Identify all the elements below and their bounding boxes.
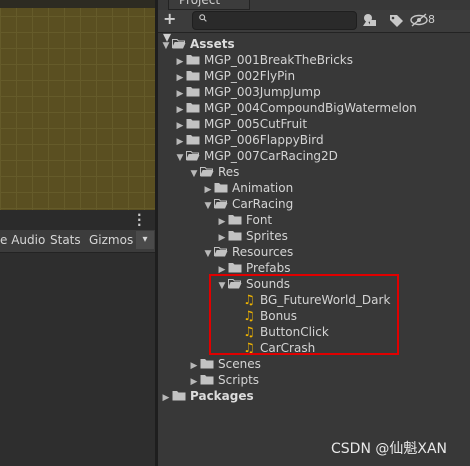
folder-icon xyxy=(186,71,200,81)
folder-open-icon xyxy=(214,247,228,257)
folder-icon xyxy=(186,87,200,97)
folder-open-icon xyxy=(186,151,200,161)
folder-item[interactable]: ▶ MGP_003JumpJump xyxy=(174,84,321,100)
folder-icon xyxy=(200,359,214,369)
folder-item[interactable]: ▶ MGP_001BreakTheBricks xyxy=(174,52,353,68)
panel-divider xyxy=(0,210,155,230)
folder-item[interactable]: ▶ MGP_005CutFruit xyxy=(174,116,308,132)
more-options-icon[interactable]: · · · xyxy=(137,209,142,231)
scene-top-strip xyxy=(0,0,155,8)
tree-item-label: MGP_003JumpJump xyxy=(204,85,321,99)
folder-icon xyxy=(200,375,214,385)
folder-item[interactable]: ▼ Assets xyxy=(160,36,235,52)
folder-item[interactable]: ▼ CarRacing xyxy=(202,196,294,214)
folder-item[interactable]: ▶ Sprites xyxy=(216,228,288,244)
search-field[interactable] xyxy=(192,11,357,30)
create-asset-button[interactable]: + ▾ xyxy=(163,10,189,46)
hidden-packages-icon[interactable] xyxy=(408,11,430,29)
expand-arrow-down-icon[interactable]: ▼ xyxy=(202,198,214,214)
folder-open-icon xyxy=(200,167,214,177)
folder-item[interactable]: ▼ MGP_007CarRacing2D xyxy=(174,148,338,164)
gizmos-dropdown-icon[interactable]: ▾ xyxy=(136,231,154,249)
folder-item[interactable]: ▶ Packages xyxy=(160,388,254,404)
tree-item-label: Res xyxy=(218,165,240,179)
search-icon xyxy=(199,14,207,22)
game-view[interactable] xyxy=(0,253,155,466)
tree-item-label: Animation xyxy=(232,181,294,195)
scene-view[interactable] xyxy=(0,0,155,210)
folder-item[interactable]: ▶ MGP_006FlappyBird xyxy=(174,132,324,148)
folder-item[interactable]: ▶ Font xyxy=(216,212,273,228)
scene-grid xyxy=(0,0,155,210)
tree-item-label: Resources xyxy=(232,245,294,259)
expand-arrow-down-icon[interactable]: ▼ xyxy=(160,38,172,54)
search-by-label-icon[interactable] xyxy=(385,11,407,29)
folder-item[interactable]: ▼ Res xyxy=(188,164,240,182)
watermark-text: CSDN @仙魁XAN xyxy=(331,441,448,457)
folder-item[interactable]: ▶ Scripts xyxy=(188,372,260,388)
folder-icon xyxy=(214,183,228,193)
folder-icon xyxy=(228,215,242,225)
folder-open-icon xyxy=(214,199,228,209)
expand-arrow-down-icon[interactable]: ▼ xyxy=(188,166,200,182)
tree-item-label: Scripts xyxy=(218,373,260,387)
folder-icon xyxy=(186,55,200,65)
tree-item-label: MGP_001BreakTheBricks xyxy=(204,53,353,67)
tree-item-label: MGP_002FlyPin xyxy=(204,69,296,83)
folder-item[interactable]: ▶ MGP_004CompoundBigWatermelon xyxy=(174,100,417,116)
tree-item-label: CarRacing xyxy=(232,197,294,211)
folder-icon xyxy=(186,119,200,129)
tree-item-label: MGP_006FlappyBird xyxy=(204,133,324,147)
tree-item-label: MGP_004CompoundBigWatermelon xyxy=(204,101,417,115)
folder-icon xyxy=(172,391,186,401)
folder-icon xyxy=(228,263,242,273)
folder-item[interactable]: ▶ Animation xyxy=(202,180,294,196)
tree-item-label: Assets xyxy=(190,37,235,51)
tree-item-label: Font xyxy=(246,213,273,227)
search-by-type-icon[interactable] xyxy=(359,11,381,29)
stats-button[interactable]: Stats xyxy=(50,233,81,247)
folder-item[interactable]: ▶ MGP_002FlyPin xyxy=(174,68,296,84)
expand-arrow-right-icon[interactable]: ▶ xyxy=(160,390,172,406)
folder-icon xyxy=(186,103,200,113)
tree-item-label: Prefabs xyxy=(246,261,291,275)
folder-icon xyxy=(228,231,242,241)
expand-arrow-down-icon[interactable]: ▼ xyxy=(174,150,186,166)
hidden-packages-count: 8 xyxy=(428,13,435,26)
expand-arrow-down-icon[interactable]: ▼ xyxy=(202,246,214,262)
game-view-toolbar: e Audio Stats Gizmos ▾ xyxy=(0,230,155,253)
gizmos-button[interactable]: Gizmos xyxy=(89,233,133,247)
folder-icon xyxy=(186,135,200,145)
folder-item[interactable]: ▶ Scenes xyxy=(188,356,261,372)
folder-open-icon xyxy=(172,39,186,49)
tree-item-label: MGP_005CutFruit xyxy=(204,117,308,131)
folder-item[interactable]: ▼ Resources xyxy=(202,244,294,262)
highlight-annotation-box xyxy=(209,274,399,355)
tree-item-label: Scenes xyxy=(218,357,261,371)
tree-item-label: MGP_007CarRacing2D xyxy=(204,149,338,163)
audio-toggle-button[interactable]: e Audio xyxy=(0,233,45,247)
search-input[interactable] xyxy=(211,12,351,28)
tree-item-label: Sprites xyxy=(246,229,288,243)
tree-item-label: Packages xyxy=(190,389,254,403)
tab-project[interactable]: Project xyxy=(168,0,250,10)
